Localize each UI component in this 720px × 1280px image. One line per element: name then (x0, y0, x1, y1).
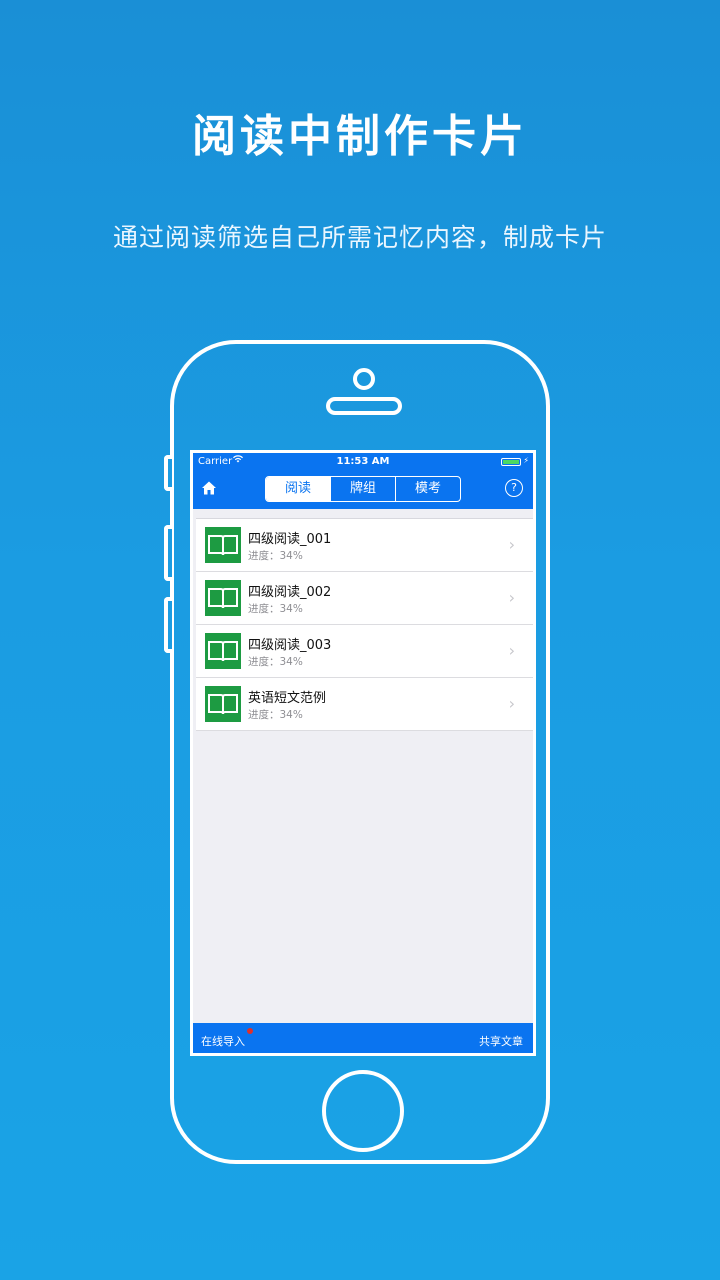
online-import-button[interactable]: 在线导入 (201, 1033, 245, 1049)
home-icon[interactable] (201, 480, 217, 496)
phone-volume-up (164, 525, 172, 581)
item-progress: 进度：34% (248, 709, 303, 721)
chevron-right-icon: › (508, 641, 515, 660)
phone-mute-switch (164, 455, 172, 491)
item-title: 四级阅读_001 (248, 532, 332, 547)
tab-decks[interactable]: 牌组 (331, 477, 396, 501)
bottom-toolbar: 在线导入 共享文章 (193, 1023, 533, 1053)
tab-reading[interactable]: 阅读 (266, 477, 331, 501)
segmented-tabs: 阅读 牌组 模考 (265, 476, 461, 502)
item-title: 四级阅读_003 (248, 638, 332, 653)
phone-speaker (326, 397, 402, 415)
phone-volume-down (164, 597, 172, 653)
article-list: 四级阅读_001 进度：34% › 四级阅读_002 进度：34% › 四级阅读… (196, 518, 533, 731)
navigation-bar: Carrier 11:53 AM ⚡ 阅读 牌组 模考 ? (193, 453, 533, 509)
share-article-button[interactable]: 共享文章 (479, 1033, 523, 1049)
chevron-right-icon: › (508, 694, 515, 713)
item-progress: 进度：34% (248, 603, 303, 615)
book-icon (205, 686, 241, 722)
phone-screen: Carrier 11:53 AM ⚡ 阅读 牌组 模考 ? 四级阅读_001 进… (190, 450, 536, 1056)
list-item[interactable]: 四级阅读_002 进度：34% › (196, 572, 533, 625)
help-icon[interactable]: ? (505, 479, 523, 497)
list-item[interactable]: 四级阅读_003 进度：34% › (196, 625, 533, 678)
tab-mock-exam[interactable]: 模考 (396, 477, 460, 501)
book-icon (205, 633, 241, 669)
phone-home-button (322, 1070, 404, 1152)
book-icon (205, 580, 241, 616)
phone-camera (353, 368, 375, 390)
notification-badge (247, 1028, 253, 1034)
book-icon (205, 527, 241, 563)
item-progress: 进度：34% (248, 550, 303, 562)
promo-subline: 通过阅读筛选自己所需记忆内容，制成卡片 (112, 223, 607, 252)
charging-icon: ⚡ (523, 456, 529, 465)
status-bar: Carrier 11:53 AM ⚡ (193, 453, 533, 471)
battery-icon (501, 458, 521, 466)
item-title: 英语短文范例 (248, 691, 327, 706)
item-title: 四级阅读_002 (248, 585, 332, 600)
status-time: 11:53 AM (336, 456, 390, 467)
promo-headline: 阅读中制作卡片 (192, 111, 528, 162)
chevron-right-icon: › (508, 535, 515, 554)
item-progress: 进度：34% (248, 656, 303, 668)
list-item[interactable]: 四级阅读_001 进度：34% › (196, 519, 533, 572)
list-item[interactable]: 英语短文范例 进度：34% › (196, 678, 533, 731)
chevron-right-icon: › (508, 588, 515, 607)
